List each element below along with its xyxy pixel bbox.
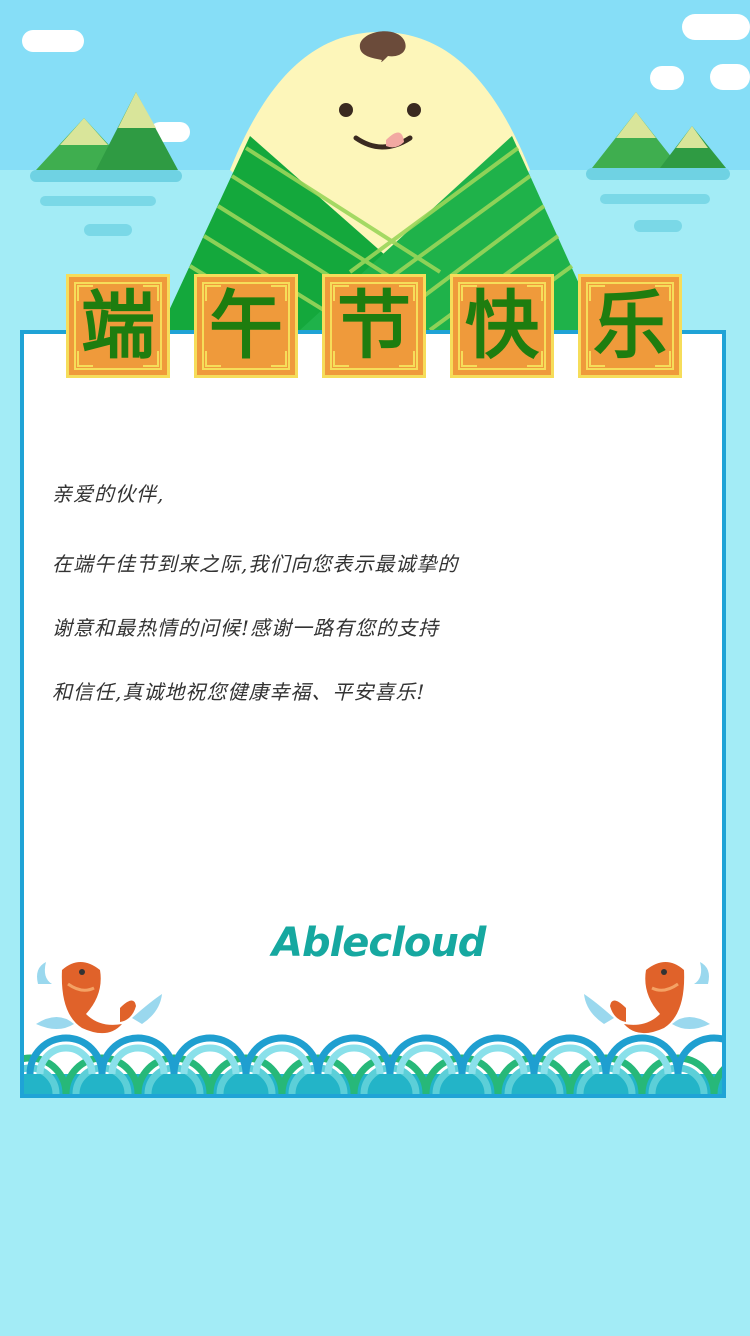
ablecloud-logo: Ablecloud bbox=[272, 920, 486, 966]
title-tile: 乐 bbox=[578, 274, 682, 378]
title-char: 节 bbox=[337, 283, 411, 369]
title-tile: 节 bbox=[322, 274, 426, 378]
title-char: 午 bbox=[209, 283, 283, 369]
title-char: 乐 bbox=[593, 283, 667, 369]
title-char: 端 bbox=[81, 283, 155, 369]
letter-greeting: 亲爱的伙伴, bbox=[52, 482, 165, 506]
letter-line: 和信任,真诚地祝您健康幸福、平安喜乐! bbox=[52, 680, 426, 704]
title-banner: 端 午 节 快 乐 bbox=[66, 274, 686, 380]
mountain-island-left-icon bbox=[30, 92, 182, 236]
title-tile: 午 bbox=[194, 274, 298, 378]
title-tile: 快 bbox=[450, 274, 554, 378]
koi-fish-left-icon bbox=[36, 962, 162, 1034]
letter-line: 谢意和最热情的问候!感谢一路有您的支持 bbox=[52, 616, 440, 640]
title-char: 快 bbox=[465, 283, 539, 369]
letter-line: 在端午佳节到来之际,我们向您表示最诚挚的 bbox=[52, 552, 459, 576]
title-tile: 端 bbox=[66, 274, 170, 378]
koi-fish-right-icon bbox=[584, 962, 710, 1034]
greeting-letter: 亲爱的伙伴, 在端午佳节到来之际,我们向您表示最诚挚的 谢意和最热情的问候!感谢… bbox=[52, 462, 712, 724]
wave-pattern-icon bbox=[24, 1034, 722, 1094]
mountain-island-right-icon bbox=[586, 112, 730, 232]
